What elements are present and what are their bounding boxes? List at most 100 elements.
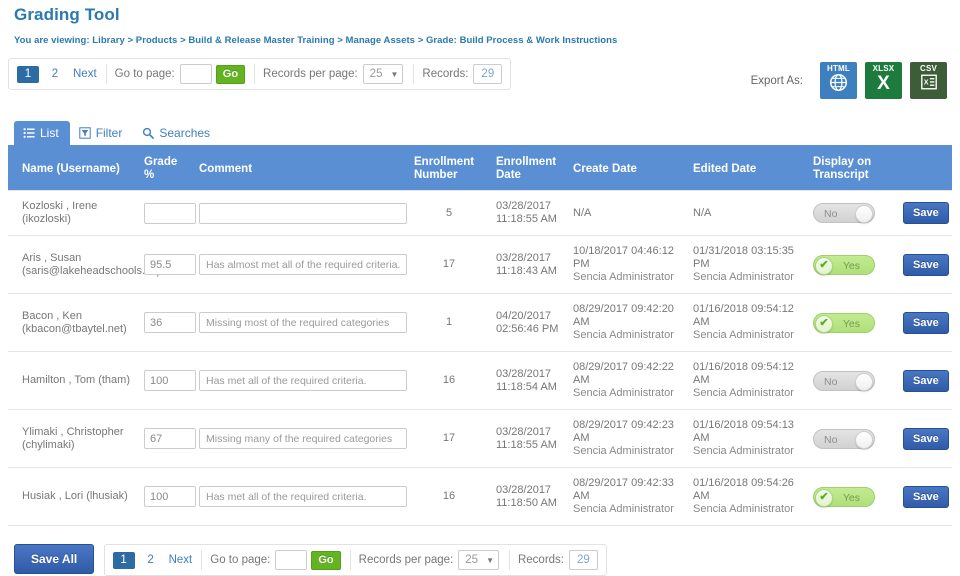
cell-grade (138, 293, 196, 352)
records-label: Records: (422, 68, 469, 80)
divider (508, 550, 510, 570)
table-row: Aris , Susan (saris@lakeheadschools.ca) 1… (8, 235, 952, 294)
column-header-create-date[interactable]: Create Date (567, 148, 687, 191)
display-on-transcript-toggle[interactable]: No (813, 203, 875, 223)
column-header-edited-date[interactable]: Edited Date (687, 148, 807, 191)
cell-enrollment-number: 17 (408, 409, 490, 468)
grading-table: Name (Username) Grade % Comment Enrollme… (8, 148, 952, 526)
cell-display-on-transcript: Yes ✔ (807, 235, 897, 294)
records-count: 29 (473, 64, 503, 84)
comment-input[interactable] (199, 254, 407, 275)
next-page-link-bottom[interactable]: Next (169, 554, 193, 566)
grade-input[interactable] (144, 370, 196, 391)
save-button[interactable]: Save (903, 485, 949, 508)
display-on-transcript-toggle[interactable]: Yes ✔ (813, 254, 875, 275)
comment-input[interactable] (199, 312, 407, 333)
column-header-name[interactable]: Name (Username) (8, 148, 138, 191)
divider (349, 550, 351, 570)
cell-create-date: 08/29/2017 09:42:23 AM Sencia Administrato… (567, 409, 687, 468)
divider (413, 64, 415, 84)
toggle-label: Yes (842, 491, 860, 504)
cell-create-date: 08/29/2017 09:42:20 AM Sencia Administrato… (567, 293, 687, 352)
records-per-page-value-bottom: 25 (465, 554, 479, 566)
goto-page-input[interactable] (179, 64, 212, 84)
comment-input[interactable] (199, 428, 407, 449)
top-pagination: 1 2 Next Go to page: Go Records per page… (8, 58, 512, 90)
comment-input[interactable] (199, 370, 407, 391)
toggle-label: No (824, 208, 838, 220)
toggle-label: No (824, 433, 838, 446)
search-icon (142, 127, 155, 139)
cell-create-date: 08/29/2017 09:42:33 AM Sencia Administrato… (567, 467, 687, 526)
tab-list[interactable]: List (14, 121, 70, 145)
cell-edited-date: 01/16/2018 09:54:12 AM Sencia Administrato… (687, 293, 807, 352)
grade-input[interactable] (144, 428, 196, 449)
grade-input[interactable] (144, 312, 196, 333)
column-header-comment[interactable]: Comment (193, 148, 408, 191)
cell-actions: Save (897, 190, 952, 236)
cell-actions: Save (897, 235, 952, 294)
cell-edited-date: 01/16/2018 09:54:13 AM Sencia Administrato… (687, 409, 807, 468)
cell-enrollment-date: 03/28/2017 11:18:50 AM (490, 467, 567, 526)
tab-searches[interactable]: Searches (133, 121, 221, 145)
export-as-label: Export As: (750, 74, 803, 87)
display-on-transcript-toggle[interactable]: Yes ✔ (813, 312, 875, 333)
display-on-transcript-toggle[interactable]: No (813, 428, 875, 449)
page-1-link-bottom[interactable]: 1 (112, 551, 135, 569)
column-header-display-on-transcript[interactable]: Display on Transcript (807, 148, 897, 191)
xlsx-export-button[interactable]: XLSX X (865, 62, 902, 99)
goto-page-input-bottom[interactable] (275, 550, 308, 570)
go-button-bottom[interactable]: Go (311, 550, 341, 570)
records-label-bottom: Records: (517, 554, 565, 566)
cell-edited-date: N/A (687, 190, 807, 236)
cell-enrollment-date: 03/28/2017 11:18:43 AM (490, 235, 567, 294)
save-button[interactable]: Save (903, 253, 949, 276)
page-1-link[interactable]: 1 (17, 65, 39, 83)
column-header-enrollment-number[interactable]: Enrollment Number (408, 148, 490, 191)
column-header-grade[interactable]: Grade % (138, 148, 193, 191)
grade-input[interactable] (144, 254, 196, 275)
cell-name: Ylimaki , Christopher (chylimaki) (8, 409, 138, 468)
records-per-page-select[interactable]: 25 ▼ (362, 64, 404, 84)
cell-display-on-transcript: Yes ✔ (807, 467, 897, 526)
grade-input[interactable] (144, 202, 196, 224)
csv-export-button[interactable]: CSV X (910, 62, 947, 99)
toggle-knob (855, 372, 873, 391)
display-on-transcript-toggle[interactable]: Yes ✔ (813, 486, 875, 507)
cell-name: Hamilton , Tom (tham) (8, 351, 138, 410)
filter-icon (78, 127, 91, 139)
grade-input[interactable] (144, 486, 196, 507)
next-page-link[interactable]: Next (73, 68, 97, 80)
save-button[interactable]: Save (903, 311, 949, 334)
save-all-button[interactable]: Save All (14, 544, 95, 574)
page-2-link-bottom[interactable]: 2 (140, 552, 162, 569)
column-header-enrollment-date[interactable]: Enrollment Date (490, 148, 567, 191)
go-button[interactable]: Go (215, 64, 246, 84)
cell-enrollment-date: 03/28/2017 11:18:55 AM (490, 409, 567, 468)
cell-create-date: 08/29/2017 09:42:22 AM Sencia Administrato… (567, 351, 687, 410)
tab-filter[interactable]: Filter (70, 121, 134, 145)
table-row: Hamilton , Tom (tham) 1603/28/201711:18:5… (8, 351, 952, 410)
tab-list-label: List (40, 126, 59, 140)
save-button[interactable]: Save (903, 369, 949, 392)
bottom-pagination: 1 2 Next Go to page: Go Records per page… (103, 544, 607, 576)
cell-comment (193, 235, 408, 294)
records-per-page-select-bottom[interactable]: 25 ▼ (458, 550, 499, 570)
cell-grade (138, 351, 196, 410)
comment-input[interactable] (199, 486, 407, 507)
grading-tool-page: Grading Tool You are viewing: Library > … (0, 5, 960, 576)
display-on-transcript-toggle[interactable]: No (813, 370, 875, 391)
chevron-down-icon: ▼ (390, 69, 399, 79)
cell-name: Kozloski , Irene (ikozloski) (8, 190, 138, 236)
toggle-label: Yes (842, 317, 860, 330)
tab-filter-label: Filter (95, 126, 123, 140)
column-header-actions (897, 148, 952, 191)
cell-actions: Save (897, 351, 952, 410)
cell-display-on-transcript: No (807, 190, 897, 236)
table-body: Kozloski , Irene (ikozloski) 5 03/28/2017 1… (8, 190, 952, 526)
save-button[interactable]: Save (903, 427, 949, 450)
html-export-button[interactable]: HTML (820, 62, 857, 99)
save-button[interactable]: Save (903, 202, 949, 224)
comment-input[interactable] (199, 202, 407, 224)
page-2-link[interactable]: 2 (44, 66, 66, 83)
